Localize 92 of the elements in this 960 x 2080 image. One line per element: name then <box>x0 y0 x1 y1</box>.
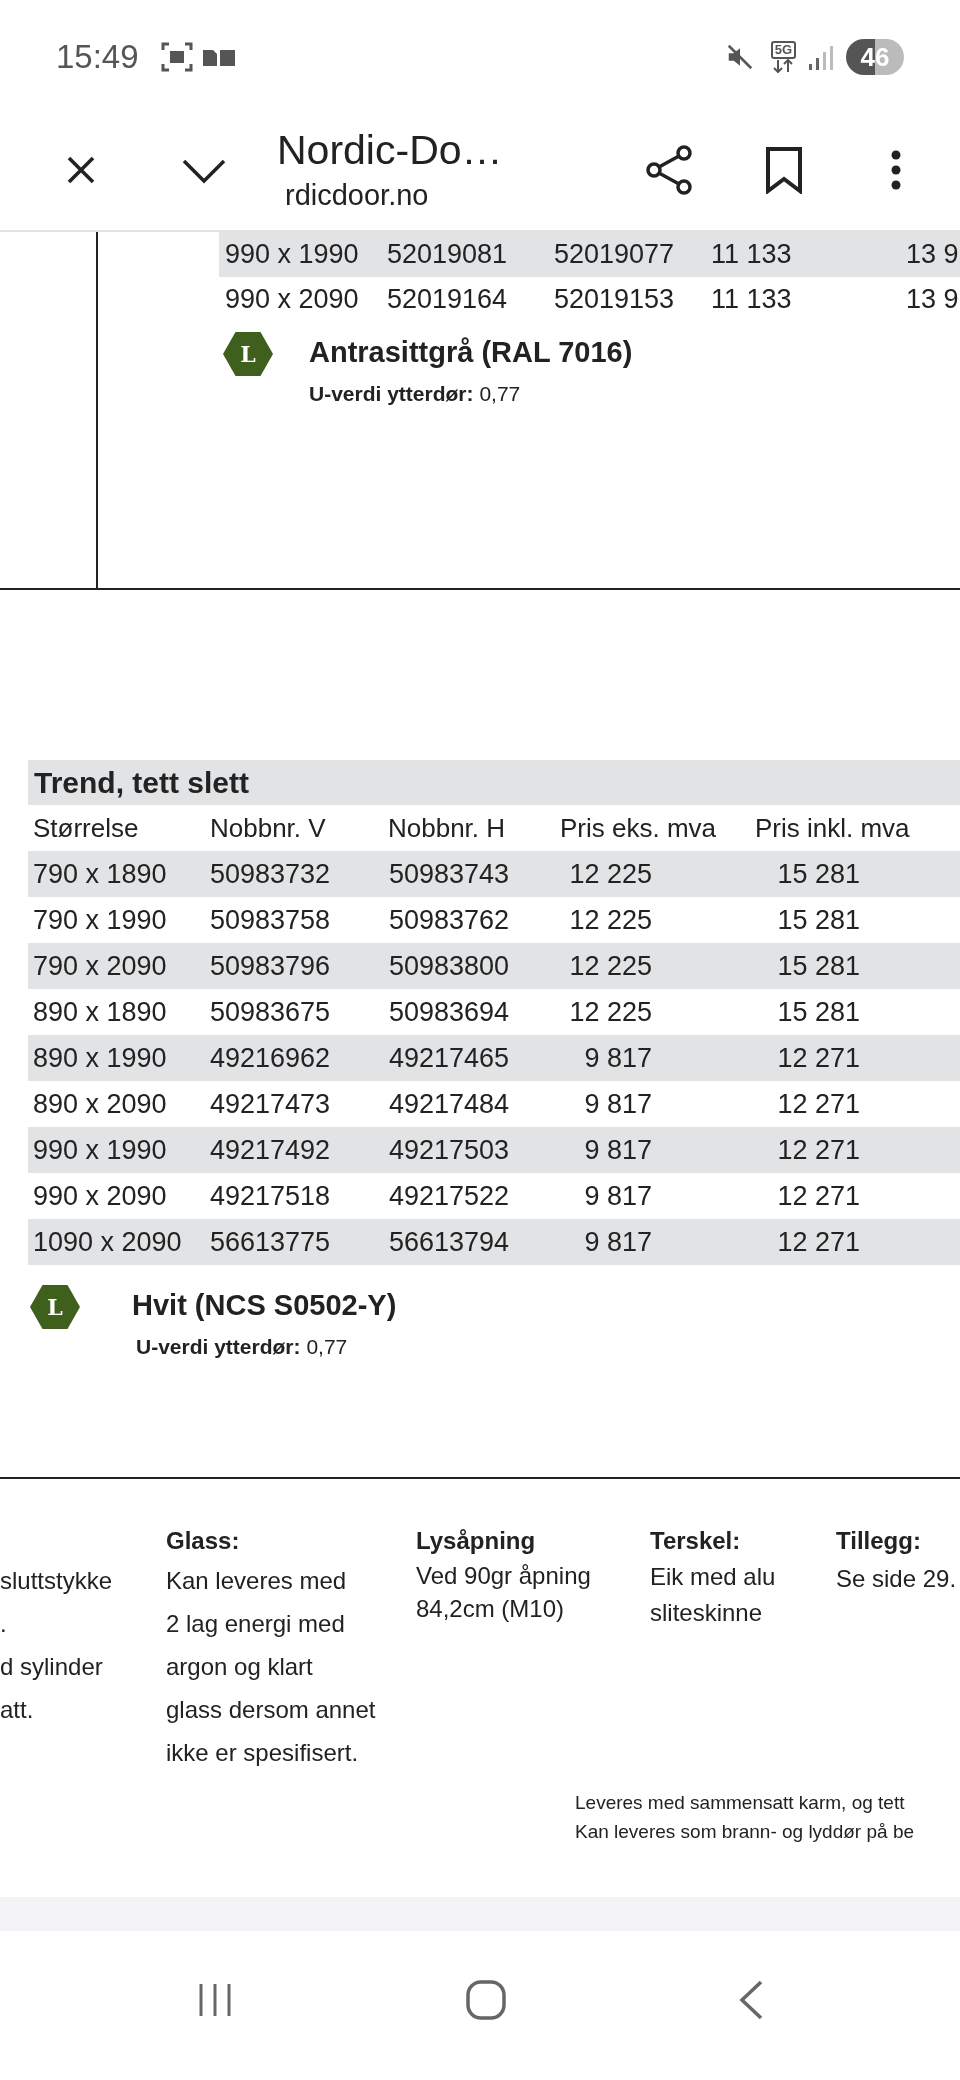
clock-text: 15:49 <box>56 37 139 78</box>
spec-text: ikke er spesifisert. <box>166 1737 360 1768</box>
table-cell-text: 11 133 <box>710 283 793 317</box>
spec-text: Eik med alu <box>650 1561 777 1592</box>
table-cell-text: 50983758 <box>209 903 332 937</box>
spec-heading: Terskel: <box>650 1525 742 1556</box>
table-cell-text: 56613794 <box>388 1225 511 1259</box>
table-cell-text: 890 x 1990 <box>32 1041 168 1075</box>
table-cell-text: 49217473 <box>209 1087 332 1121</box>
table-cell-text: 15 281 <box>776 949 861 983</box>
spec-text: glass dersom annet <box>166 1694 377 1725</box>
table-cell-text: 790 x 2090 <box>32 949 168 983</box>
table-cell-text: 15 281 <box>776 995 861 1029</box>
table-cell-text: 49217503 <box>388 1133 511 1167</box>
table-cell-text: 990 x 1990 <box>224 238 360 272</box>
column-header: Nobbnr. H <box>387 811 507 845</box>
table-cell-text: 12 271 <box>776 1179 861 1213</box>
table-cell-text: 890 x 1890 <box>32 995 168 1029</box>
table-cell-text: 990 x 2090 <box>32 1179 168 1213</box>
u-value-text: U-verdi ytterdør: 0,77 <box>136 1334 349 1360</box>
spec-text: argon og klart <box>166 1651 314 1682</box>
table-cell-text: 49216962 <box>209 1041 332 1075</box>
table-cell-text: 49217484 <box>388 1087 511 1121</box>
table-cell-text: 52019081 <box>386 238 509 272</box>
variant-title: Antrasittgrå (RAL 7016) <box>309 335 633 370</box>
spec-heading: Lysåpning <box>416 1525 537 1556</box>
battery-indicator: 46 <box>846 39 904 75</box>
spec-text: 84,2cm (M10) <box>416 1593 566 1624</box>
spec-text: att. <box>0 1694 35 1725</box>
table-cell-text: 49217465 <box>388 1041 511 1075</box>
spec-text: Kan leveres med <box>166 1565 348 1596</box>
spec-text: Se side 29. <box>836 1563 958 1594</box>
table-cell-text: 11 133 <box>710 238 793 272</box>
spec-text: . <box>0 1608 8 1639</box>
table-cell-text: 1090 x 2090 <box>32 1225 183 1259</box>
table-cell-text: 13 9 <box>905 238 960 272</box>
note-text: Leveres med sammensatt karm, og tett <box>575 1790 906 1815</box>
table-cell-text: 52019164 <box>386 283 509 317</box>
table-cell-text: 50983675 <box>209 995 332 1029</box>
table-cell-text: 12 271 <box>776 1133 861 1167</box>
u-value-text: U-verdi ytterdør: 0,77 <box>309 381 522 407</box>
table-cell-text: 12 271 <box>776 1225 861 1259</box>
table-cell-text: 15 281 <box>776 857 861 891</box>
table-cell-text: 990 x 2090 <box>224 283 360 317</box>
table-cell-text: 15 281 <box>776 903 861 937</box>
table-cell-text: 50983800 <box>388 949 511 983</box>
page-title: Nordic-Do… <box>277 126 504 175</box>
table-cell-text: 52019153 <box>553 283 676 317</box>
network-type-indicator: 5G <box>770 41 796 59</box>
spec-text: d sylinder <box>0 1651 104 1682</box>
table-cell-text: 52019077 <box>553 238 676 272</box>
spec-text: sluttstykke <box>0 1565 114 1596</box>
table-cell-text: 50983743 <box>388 857 511 891</box>
spec-text: Ved 90gr åpning <box>416 1560 592 1591</box>
table-cell-text: 50983796 <box>209 949 332 983</box>
column-header: Nobbnr. V <box>209 811 327 845</box>
table-cell-text: 50983694 <box>388 995 511 1029</box>
table-cell-text: 9 817 <box>583 1041 653 1075</box>
table-cell-text: 12 271 <box>776 1041 861 1075</box>
table-cell-text: 49217492 <box>209 1133 332 1167</box>
spec-text: 2 lag energi med <box>166 1608 346 1639</box>
table-cell-text: 890 x 2090 <box>32 1087 168 1121</box>
url-text: rdicdoor.no <box>285 178 430 213</box>
note-text: Kan leveres som brann- og lyddør på be <box>575 1819 915 1844</box>
table-cell-text: 12 271 <box>776 1087 861 1121</box>
table-cell-text: 990 x 1990 <box>32 1133 168 1167</box>
table-cell-text: 9 817 <box>583 1087 653 1121</box>
column-header: Størrelse <box>32 811 140 845</box>
spec-heading: Glass: <box>166 1525 241 1556</box>
table-cell-text: 13 9 <box>905 283 960 317</box>
table-title: Trend, tett slett <box>33 765 250 801</box>
table-cell-text: 9 817 <box>583 1225 653 1259</box>
spec-heading: Tillegg: <box>836 1525 922 1556</box>
table-cell-text: 50983732 <box>209 857 332 891</box>
spec-text: sliteskinne <box>650 1597 764 1628</box>
grade-badge: L <box>223 332 273 376</box>
table-cell-text: 790 x 1890 <box>32 857 168 891</box>
table-cell-text: 49217522 <box>388 1179 511 1213</box>
table-cell-text: 56613775 <box>209 1225 332 1259</box>
table-cell-text: 12 225 <box>568 995 653 1029</box>
table-cell-text: 790 x 1990 <box>32 903 168 937</box>
table-cell-text: 49217518 <box>209 1179 332 1213</box>
table-cell-text: 12 225 <box>568 857 653 891</box>
table-cell-text: 12 225 <box>568 949 653 983</box>
table-cell-text: 50983762 <box>388 903 511 937</box>
column-header: Pris inkl. mva <box>754 811 911 845</box>
column-header: Pris eks. mva <box>559 811 718 845</box>
variant-title: Hvit (NCS S0502-Y) <box>132 1288 397 1323</box>
table-cell-text: 12 225 <box>568 903 653 937</box>
table-cell-text: 9 817 <box>583 1133 653 1167</box>
table-cell-text: 9 817 <box>583 1179 653 1213</box>
grade-badge: L <box>30 1285 80 1329</box>
